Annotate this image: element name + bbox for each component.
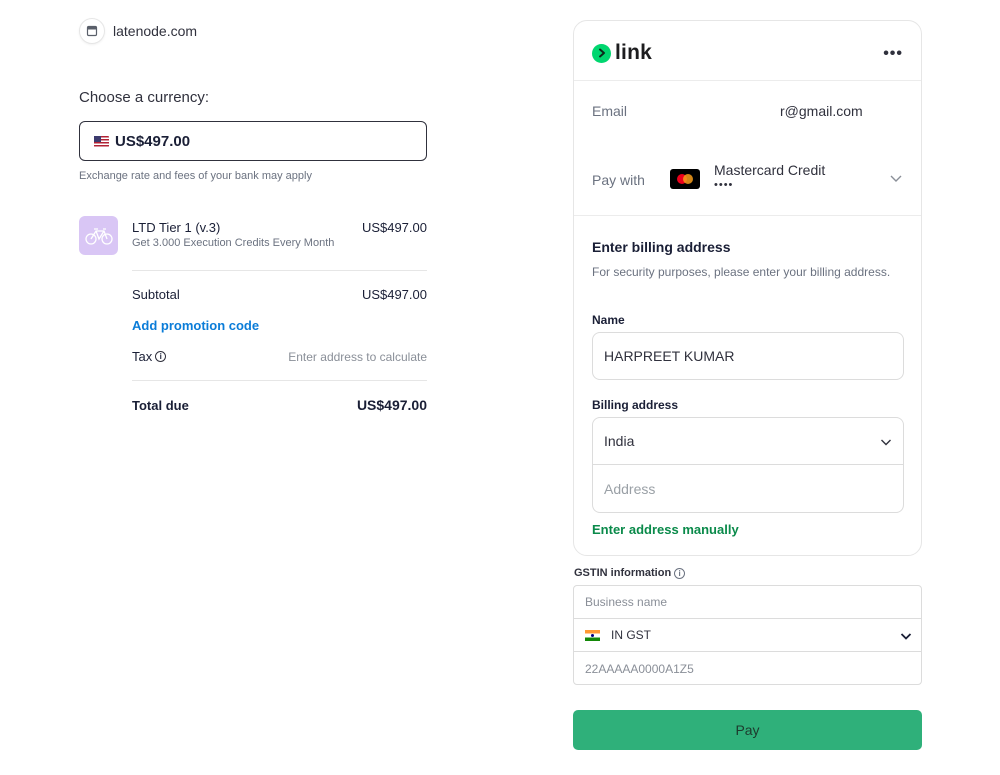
subtotal-label: Subtotal <box>132 287 180 302</box>
card-name[interactable]: Mastercard Credit <box>714 162 825 178</box>
country-value: India <box>604 433 635 449</box>
card-mask: •••• <box>714 179 734 191</box>
us-flag-icon <box>94 135 109 147</box>
billing-title: Enter billing address <box>592 239 731 255</box>
gstin-group: IN GST <box>573 585 922 685</box>
currency-value: US$497.00 <box>115 132 191 150</box>
gstin-title: GSTIN information <box>574 567 672 579</box>
tax-value: Enter address to calculate <box>288 350 427 364</box>
chevron-down-icon <box>880 435 892 451</box>
product-price: US$497.00 <box>361 220 427 235</box>
name-label: Name <box>592 313 625 327</box>
divider <box>132 380 427 381</box>
gstin-number-input[interactable] <box>574 652 921 685</box>
exchange-rate-note: Exchange rate and fees of your bank may … <box>79 170 312 182</box>
pay-with-label: Pay with <box>592 172 645 188</box>
more-options-icon[interactable]: ••• <box>883 45 903 63</box>
total-due-value: US$497.00 <box>356 397 427 413</box>
billing-address-label: Billing address <box>592 398 679 412</box>
add-promotion-code-link[interactable]: Add promotion code <box>132 318 259 333</box>
bicycle-icon <box>84 227 113 245</box>
mastercard-icon <box>670 169 700 189</box>
product-image <box>79 216 118 255</box>
tax-id-type-select[interactable]: IN GST <box>574 619 921 652</box>
link-logo: link <box>592 41 652 65</box>
business-name-input[interactable] <box>574 586 921 619</box>
product-name: LTD Tier 1 (v.3) <box>132 220 221 235</box>
email-label: Email <box>592 103 628 119</box>
billing-address-group: India <box>592 417 904 513</box>
divider <box>132 270 427 271</box>
subtotal-value: US$497.00 <box>361 287 427 302</box>
merchant-header[interactable]: latenode.com <box>79 18 197 44</box>
country-select[interactable]: India <box>593 418 903 465</box>
india-flag-icon <box>585 629 600 641</box>
merchant-name: latenode.com <box>113 23 198 39</box>
tax-label: Tax <box>132 349 153 364</box>
tax-id-type-value: IN GST <box>611 628 652 642</box>
chevron-down-icon <box>900 630 912 645</box>
link-payment-card: link ••• Email r@gmail.com Pay with Mast… <box>573 20 922 556</box>
billing-description: For security purposes, please enter your… <box>592 265 891 279</box>
divider <box>574 80 921 81</box>
info-icon[interactable]: i <box>155 351 167 362</box>
link-arrow-icon <box>592 43 611 63</box>
name-input[interactable] <box>592 332 904 380</box>
tax-label-group: Tax i <box>132 349 167 364</box>
chevron-down-icon[interactable] <box>889 171 903 190</box>
email-value: r@gmail.com <box>780 103 863 119</box>
link-brand: link <box>615 41 652 64</box>
currency-title: Choose a currency: <box>79 89 210 106</box>
divider <box>574 215 921 216</box>
product-description: Get 3.000 Execution Credits Every Month <box>132 237 335 249</box>
gstin-title-group: GSTIN information i <box>574 567 686 579</box>
enter-address-manually-link[interactable]: Enter address manually <box>592 522 739 537</box>
pay-button[interactable]: Pay <box>573 710 922 750</box>
info-icon[interactable]: i <box>674 567 686 579</box>
currency-select[interactable]: US$497.00 <box>79 121 427 161</box>
store-icon <box>79 18 105 44</box>
total-due-label: Total due <box>132 398 189 413</box>
address-input[interactable] <box>593 466 903 512</box>
